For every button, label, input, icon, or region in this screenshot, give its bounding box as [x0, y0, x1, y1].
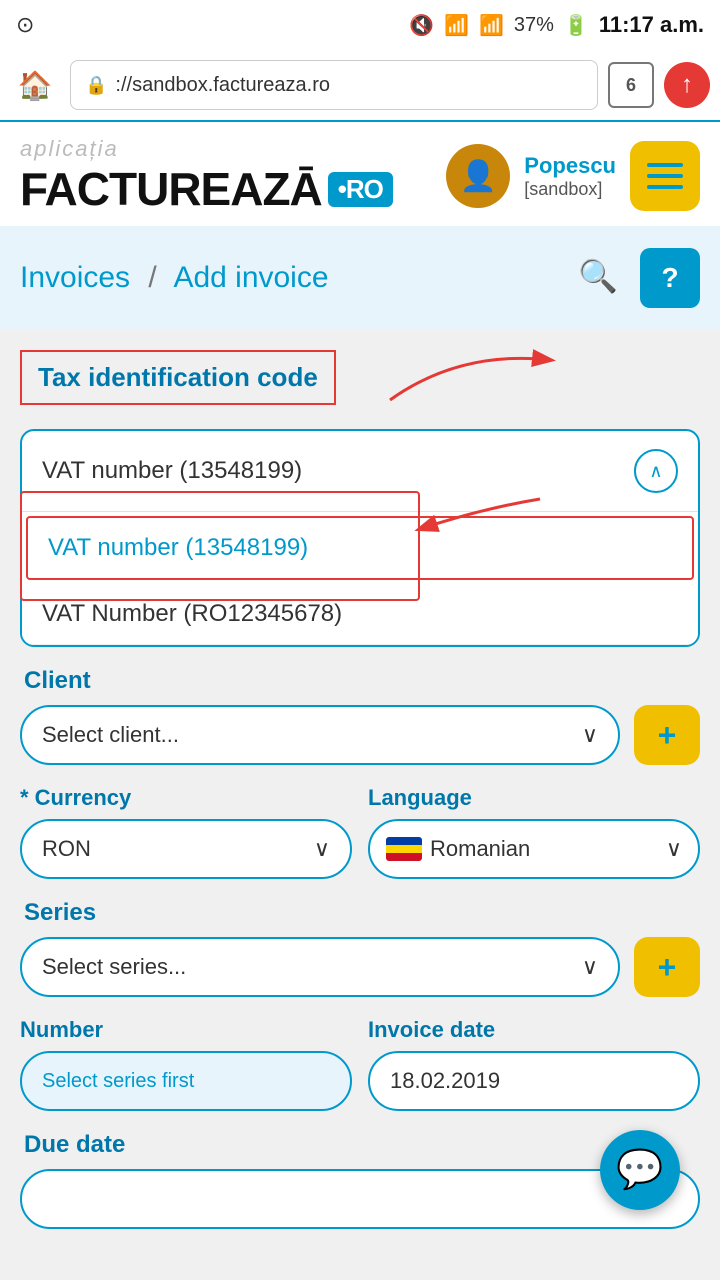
status-bar: ⊙ 🔇 📶 📶 37% 🔋 11:17 a.m. [0, 0, 720, 50]
url-text: ://sandbox.factureaza.ro [115, 74, 330, 97]
series-section: Series Select series... ∨ + [20, 899, 700, 997]
due-date-field[interactable] [20, 1169, 700, 1229]
due-date-label: Due date [20, 1131, 700, 1159]
home-button[interactable]: 🏠 [10, 60, 60, 110]
client-dropdown[interactable]: Select client... ∨ [20, 705, 620, 765]
arrow-annotation-1 [380, 340, 580, 420]
series-chevron: ∨ [582, 954, 598, 980]
tax-id-section: Tax identification code VAT number (1354… [20, 350, 700, 647]
chat-icon: 💬 [616, 1148, 663, 1192]
search-button[interactable]: 🔍 [570, 248, 626, 304]
tax-id-label-box: Tax identification code [20, 350, 336, 405]
breadcrumb-separator: / [148, 261, 156, 294]
dropdown-option-2[interactable]: VAT Number (RO12345678) [22, 584, 698, 645]
user-name: Popescu [524, 153, 616, 179]
currency-label: * Currency [20, 785, 352, 811]
menu-line-3 [647, 185, 683, 189]
client-placeholder: Select client... [42, 722, 179, 748]
wechat-icon: ⊙ [16, 12, 34, 38]
logo-text: FacTureazā [20, 162, 322, 216]
menu-line-2 [647, 174, 683, 178]
tax-id-label: Tax identification code [38, 362, 318, 392]
flag-blue [386, 837, 422, 845]
main-content: Tax identification code VAT number (1354… [0, 330, 720, 1269]
currency-value: RON [42, 836, 91, 862]
currency-chevron: ∨ [314, 836, 330, 862]
battery-text: 37% [514, 14, 554, 37]
client-row: Select client... ∨ + [20, 705, 700, 765]
breadcrumb-invoices[interactable]: Invoices [20, 261, 130, 294]
update-button[interactable]: ↑ [664, 62, 710, 108]
language-section: Language Romanian ∨ [368, 785, 700, 879]
url-bar[interactable]: 🔒 ://sandbox.factureaza.ro [70, 60, 598, 110]
help-label: ? [661, 262, 678, 294]
language-chevron: ∨ [666, 836, 682, 862]
menu-button[interactable] [630, 141, 700, 211]
nav-bar: Invoices / Add invoice 🔍 ? [0, 226, 720, 330]
language-label: Language [368, 785, 700, 811]
number-placeholder: Select series first [42, 1070, 194, 1093]
number-field: Select series first [20, 1051, 352, 1111]
dropdown-selected-value[interactable]: VAT number (13548199) ∧ [22, 431, 698, 512]
app-header: aplicația FacTureazā •RO 👤 Popescu [sand… [0, 122, 720, 226]
series-dropdown[interactable]: Select series... ∨ [20, 937, 620, 997]
logo-badge: •RO [328, 172, 393, 207]
dropdown-options: VAT number (13548199) VAT Number (RO1234… [22, 516, 698, 645]
tax-id-dropdown[interactable]: VAT number (13548199) ∧ VAT number (1354… [20, 429, 700, 647]
invoice-date-section: Invoice date 18.02.2019 [368, 1017, 700, 1111]
dropdown-current-value: VAT number (13548199) [42, 457, 302, 485]
app-logo: FacTureazā •RO [20, 162, 393, 216]
invoice-date-label: Invoice date [368, 1017, 700, 1043]
tab-count-button[interactable]: 6 [608, 62, 654, 108]
client-section: Client Select client... ∨ + [20, 667, 700, 765]
currency-section: * Currency RON ∨ [20, 785, 352, 879]
wifi-icon: 📶 [444, 13, 469, 38]
app-subtitle: aplicația [20, 136, 393, 162]
number-label: Number [20, 1017, 352, 1043]
number-section: Number Select series first [20, 1017, 352, 1111]
language-dropdown[interactable]: Romanian ∨ [368, 819, 700, 879]
user-avatar: 👤 [446, 144, 510, 208]
series-placeholder: Select series... [42, 954, 186, 980]
status-bar-right: 🔇 📶 📶 37% 🔋 11:17 a.m. [409, 12, 704, 38]
tab-count: 6 [626, 75, 636, 96]
client-label: Client [20, 667, 700, 695]
mute-icon: 🔇 [409, 13, 434, 38]
chevron-up-icon[interactable]: ∧ [634, 449, 678, 493]
series-label: Series [20, 899, 700, 927]
upload-icon: ↑ [681, 71, 693, 99]
user-info: Popescu [sandbox] [524, 153, 616, 200]
chevron-down-icon: ∨ [582, 722, 598, 748]
lock-icon: 🔒 [85, 75, 107, 96]
add-series-button[interactable]: + [634, 937, 700, 997]
signal-icon: 📶 [479, 13, 504, 38]
currency-dropdown[interactable]: RON ∨ [20, 819, 352, 879]
flag-yellow [386, 845, 422, 853]
battery-icon: 🔋 [564, 13, 589, 38]
nav-actions: 🔍 ? [570, 248, 700, 308]
time-display: 11:17 a.m. [599, 12, 704, 38]
invoice-date-value: 18.02.2019 [390, 1068, 500, 1094]
romanian-flag [386, 837, 422, 861]
breadcrumb: Invoices / Add invoice [20, 261, 329, 295]
user-tag: [sandbox] [524, 179, 616, 200]
dropdown-option-1[interactable]: VAT number (13548199) [26, 516, 694, 580]
language-value: Romanian [430, 836, 530, 862]
due-date-section: Due date [20, 1131, 700, 1229]
breadcrumb-add-invoice[interactable]: Add invoice [173, 261, 328, 294]
status-bar-left: ⊙ [16, 12, 34, 38]
user-section: 👤 Popescu [sandbox] [446, 141, 700, 211]
currency-language-row: * Currency RON ∨ Language Romanian ∨ [20, 785, 700, 879]
invoice-date-field[interactable]: 18.02.2019 [368, 1051, 700, 1111]
help-button[interactable]: ? [640, 248, 700, 308]
series-row: Select series... ∨ + [20, 937, 700, 997]
chat-fab-button[interactable]: 💬 [600, 1130, 680, 1210]
browser-bar: 🏠 🔒 ://sandbox.factureaza.ro 6 ↑ [0, 50, 720, 122]
add-client-button[interactable]: + [634, 705, 700, 765]
menu-line-1 [647, 163, 683, 167]
flag-red [386, 853, 422, 861]
lang-left: Romanian [386, 836, 530, 862]
number-date-row: Number Select series first Invoice date … [20, 1017, 700, 1111]
app-logo-section: aplicația FacTureazā •RO [20, 136, 393, 216]
